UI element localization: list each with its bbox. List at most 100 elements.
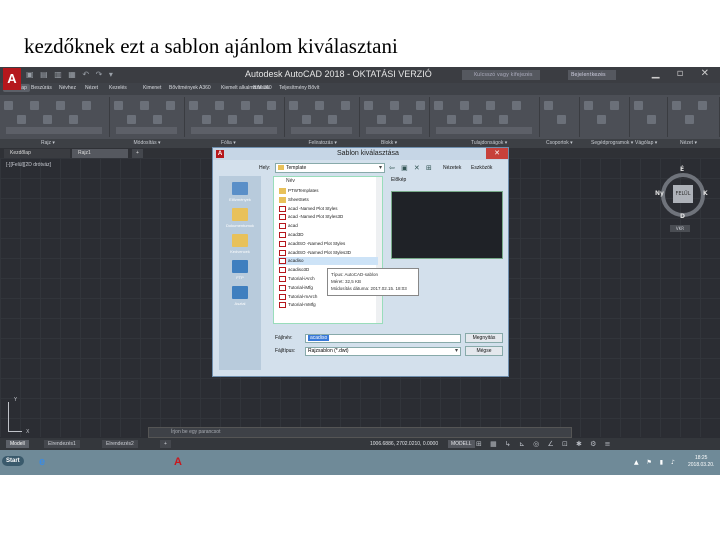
cancel-button[interactable]: Mégse [465, 346, 503, 356]
viewcube[interactable]: FELÜL É D K Ny [655, 166, 709, 220]
ribbon-tool-icon[interactable] [153, 115, 162, 124]
template-file-row[interactable]: acadISO -Named Plot Styles3D [278, 249, 378, 257]
ribbon-tool-icon[interactable] [43, 115, 52, 124]
ribbon-panel-label-4[interactable]: Blokk ▾ [381, 140, 397, 146]
explorer-icon[interactable] [60, 455, 76, 469]
ribbon-tool-icon[interactable] [685, 115, 694, 124]
file-list[interactable]: Név PTWTemplates SheetSets acad -Named Plo… [273, 176, 383, 324]
ribbon-tab-1[interactable]: Beszúrás [28, 84, 55, 92]
ribbon-tool-icon[interactable] [647, 115, 656, 124]
ribbon-tool-icon[interactable] [289, 101, 298, 110]
ribbon-tool-icon[interactable] [377, 115, 386, 124]
ribbon-tool-icon[interactable] [215, 101, 224, 110]
ribbon-tool-icon[interactable] [228, 115, 237, 124]
place-0[interactable]: Előzmények [219, 182, 261, 202]
ribbon-tool-icon[interactable] [267, 101, 276, 110]
ribbon-tool-icon[interactable] [30, 101, 39, 110]
ribbon-tool-icon[interactable] [544, 101, 553, 110]
ribbon-panel-label-1[interactable]: Módosítás ▾ [134, 140, 161, 146]
command-line-input[interactable]: Írjon be egy parancsot [148, 427, 572, 438]
ribbon-tab-5[interactable]: Kimenet [140, 84, 164, 92]
ribbon-tool-icon[interactable] [302, 115, 311, 124]
ribbon-tab-11[interactable]: Bővít [305, 84, 322, 92]
ribbon-tool-icon[interactable] [127, 115, 136, 124]
ie-icon[interactable]: e [34, 455, 50, 469]
ribbon-tool-icon[interactable] [328, 115, 337, 124]
ribbon-tool-icon[interactable] [189, 101, 198, 110]
ribbon-tool-icon[interactable] [499, 115, 508, 124]
autocad-icon[interactable]: A [170, 455, 186, 469]
signin-button[interactable]: Bejelentkezés [568, 70, 616, 80]
filetype-select[interactable]: Rajzsablon (*.dwt) [305, 347, 461, 356]
ribbon-tool-icon[interactable] [82, 101, 91, 110]
ribbon-tool-icon[interactable] [610, 101, 619, 110]
ribbon-tool-icon[interactable] [140, 101, 149, 110]
place-3[interactable]: FTP [219, 260, 261, 280]
layout-tab-3[interactable]: + [160, 440, 171, 448]
app-icon[interactable] [142, 455, 158, 469]
file-tab-drawing[interactable]: Rajz1 [72, 149, 128, 158]
place-2[interactable]: Kedvencek [219, 234, 261, 254]
new-tab-button[interactable]: + [132, 149, 143, 158]
layout-tab-1[interactable]: Elrendezés1 [44, 440, 80, 448]
ribbon-tool-icon[interactable] [166, 101, 175, 110]
place-4[interactable]: Asztal [219, 286, 261, 306]
ribbon-tool-icon[interactable] [460, 101, 469, 110]
ribbon-tool-icon[interactable] [473, 115, 482, 124]
template-file-row[interactable]: acad -Named Plot Styles3D [278, 213, 378, 221]
status-toggle-icons[interactable]: ⊞ ▦ ↳ ⊾ ◎ ∠ ⊡ ✱ ⚙ ≡ [476, 440, 614, 448]
ribbon-tool-icon[interactable] [56, 101, 65, 110]
ribbon-tool-icon[interactable] [390, 101, 399, 110]
ribbon-tool-icon[interactable] [557, 115, 566, 124]
ribbon-dropdown[interactable] [116, 127, 177, 134]
model-space-button[interactable]: MODELL [448, 440, 475, 448]
look-in-select[interactable]: Template [275, 163, 385, 173]
ribbon-panel-label-2[interactable]: Fólia ▾ [221, 140, 236, 146]
dialog-toolbar-icons[interactable]: ⇦ ▣ ✕ ⊞ [389, 164, 434, 172]
ribbon-tool-icon[interactable] [69, 115, 78, 124]
open-button[interactable]: Megnyitás [465, 333, 503, 343]
ribbon-dropdown[interactable] [191, 127, 277, 134]
ribbon-panel-label-8[interactable]: Vágólap ▾ [635, 140, 657, 146]
ribbon-tool-icon[interactable] [584, 101, 593, 110]
viewport-controls[interactable]: [-][Felül][2D drótváz] [6, 162, 51, 168]
ribbon-tool-icon[interactable] [241, 101, 250, 110]
start-button[interactable]: Start [2, 456, 24, 466]
ribbon-tool-icon[interactable] [698, 101, 707, 110]
ribbon-tool-icon[interactable] [597, 115, 606, 124]
ribbon-panel-label-3[interactable]: Feliratozás ▾ [309, 140, 337, 146]
help-search-input[interactable]: Kulcsszó vagy kifejezés [462, 70, 540, 80]
ribbon-tool-icon[interactable] [17, 115, 26, 124]
ribbon-panel-label-5[interactable]: Tulajdonságok ▾ [471, 140, 507, 146]
viewcube-face-top[interactable]: FELÜL [673, 185, 693, 203]
layout-tab-0[interactable]: Modell [6, 440, 29, 448]
ribbon-panel-label-0[interactable]: Rajz ▾ [41, 140, 55, 146]
folder-row[interactable]: PTWTemplates [278, 187, 378, 195]
folder-row[interactable]: SheetSets [278, 196, 378, 204]
ribbon-tab-3[interactable]: Nézet [82, 84, 101, 92]
ribbon-panel-label-6[interactable]: Csoportok ▾ [546, 140, 573, 146]
dialog-close-button[interactable]: ✕ [486, 148, 508, 159]
ribbon-tool-icon[interactable] [315, 101, 324, 110]
ribbon-tool-icon[interactable] [486, 101, 495, 110]
column-name-header[interactable]: Név [286, 178, 295, 184]
ribbon-tool-icon[interactable] [403, 115, 412, 124]
ribbon-tool-icon[interactable] [416, 101, 425, 110]
views-menu[interactable]: Nézetek [443, 165, 461, 171]
ribbon-tool-icon[interactable] [512, 101, 521, 110]
ribbon-tool-icon[interactable] [364, 101, 373, 110]
ribbon-tool-icon[interactable] [447, 115, 456, 124]
ribbon-tool-icon[interactable] [634, 101, 643, 110]
window-controls[interactable]: ▁ ▫ ✕ [652, 68, 716, 79]
ribbon-tool-icon[interactable] [341, 101, 350, 110]
layout-tab-2[interactable]: Elrendezés2 [102, 440, 138, 448]
ribbon-dropdown[interactable] [291, 127, 352, 134]
ribbon-dropdown[interactable] [6, 127, 102, 134]
template-file-row[interactable]: acadISO -Named Plot Styles [278, 240, 378, 248]
ribbon-tool-icon[interactable] [114, 101, 123, 110]
wcs-menu[interactable]: VKR [670, 225, 690, 232]
file-tab-start[interactable]: Kezdőlap [4, 149, 70, 158]
ribbon-tab-7[interactable]: A360 [196, 84, 214, 92]
ribbon-tool-icon[interactable] [254, 115, 263, 124]
chrome-icon[interactable] [88, 455, 104, 469]
